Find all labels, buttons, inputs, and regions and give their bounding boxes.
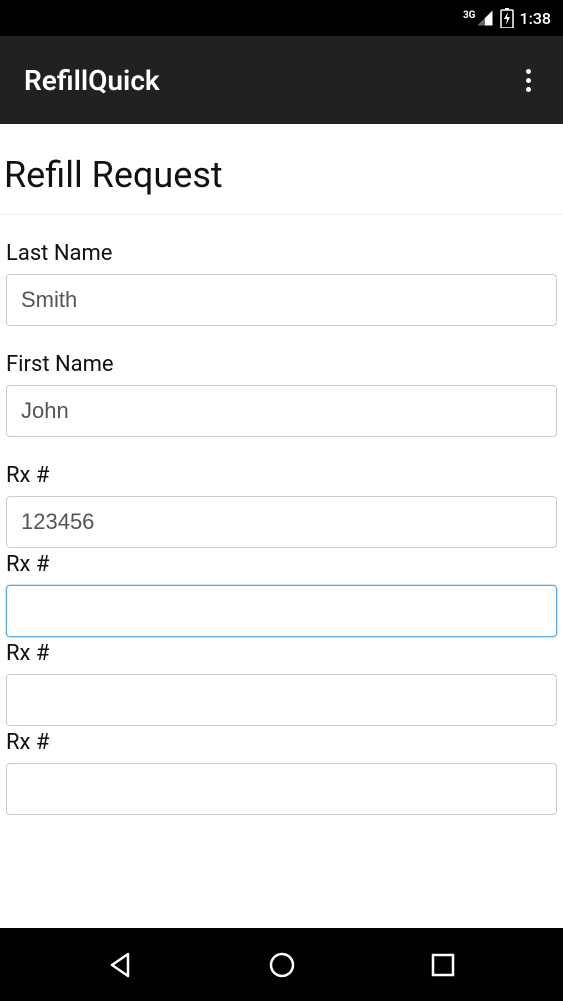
home-circle-icon bbox=[267, 950, 297, 980]
first-name-label: First Name bbox=[6, 352, 557, 377]
rx-number-input-2[interactable] bbox=[6, 585, 557, 637]
status-bar: 3G 1:38 bbox=[0, 0, 563, 36]
rx-number-label-1: Rx # bbox=[6, 463, 557, 488]
last-name-input[interactable] bbox=[6, 274, 557, 326]
rx-number-label-2: Rx # bbox=[6, 552, 557, 577]
network-indicator: 3G bbox=[463, 9, 494, 27]
battery-charging-icon bbox=[500, 8, 514, 28]
app-title: RefillQuick bbox=[24, 64, 160, 97]
clock-label: 1:38 bbox=[520, 9, 552, 28]
rx-number-input-3[interactable] bbox=[6, 674, 557, 726]
first-name-input[interactable] bbox=[6, 385, 557, 437]
last-name-label: Last Name bbox=[6, 241, 557, 266]
rx-number-input-4[interactable] bbox=[6, 763, 557, 815]
app-bar: RefillQuick bbox=[0, 36, 563, 124]
recents-button[interactable] bbox=[383, 952, 503, 978]
main-content: Refill Request Last Name First Name Rx #… bbox=[0, 124, 563, 928]
rx-number-input-1[interactable] bbox=[6, 496, 557, 548]
back-button[interactable] bbox=[61, 950, 181, 980]
rx-number-label-4: Rx # bbox=[6, 730, 557, 755]
dots-vertical-icon bbox=[526, 69, 531, 74]
navigation-bar bbox=[0, 928, 563, 1001]
back-triangle-icon bbox=[106, 950, 136, 980]
rx-number-label-3: Rx # bbox=[6, 641, 557, 666]
home-button[interactable] bbox=[222, 950, 342, 980]
signal-icon bbox=[476, 9, 494, 27]
recents-square-icon bbox=[430, 952, 456, 978]
page-title: Refill Request bbox=[0, 124, 563, 215]
overflow-menu-button[interactable] bbox=[518, 61, 539, 100]
network-type-label: 3G bbox=[463, 10, 476, 21]
